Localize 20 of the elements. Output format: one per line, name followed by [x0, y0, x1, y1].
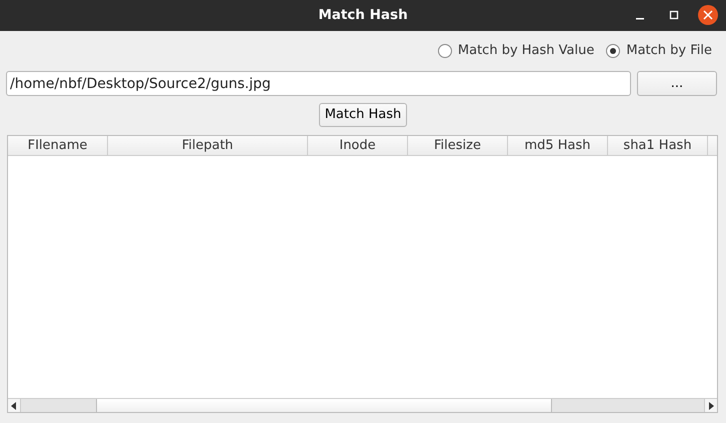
browse-button[interactable]: ... [637, 71, 717, 96]
column-header[interactable]: md5 Hash [508, 136, 608, 155]
scroll-right-icon[interactable] [708, 402, 714, 410]
window-title: Match Hash [318, 6, 408, 26]
scrollbar-thumb[interactable] [96, 399, 552, 412]
file-path-field[interactable]: /home/nbf/Desktop/Source2/guns.jpg [6, 71, 631, 96]
close-button[interactable] [698, 5, 718, 25]
match-mode-radio[interactable]: Match by File [606, 41, 712, 61]
match-hash-button[interactable]: Match Hash [319, 103, 407, 127]
maximize-icon [669, 10, 679, 20]
close-icon [703, 10, 713, 20]
minimize-icon [636, 18, 644, 20]
match-mode-radio[interactable]: Match by Hash Value [438, 41, 594, 61]
column-header[interactable]: Filepath [108, 136, 308, 155]
column-header[interactable]: Inode [308, 136, 408, 155]
scroll-left-icon[interactable] [11, 402, 17, 410]
column-header[interactable]: Filesize [408, 136, 508, 155]
column-header[interactable]: sha1 Hash [608, 136, 708, 155]
column-header[interactable]: FIlename [8, 136, 108, 155]
horizontal-scrollbar[interactable] [8, 398, 717, 412]
